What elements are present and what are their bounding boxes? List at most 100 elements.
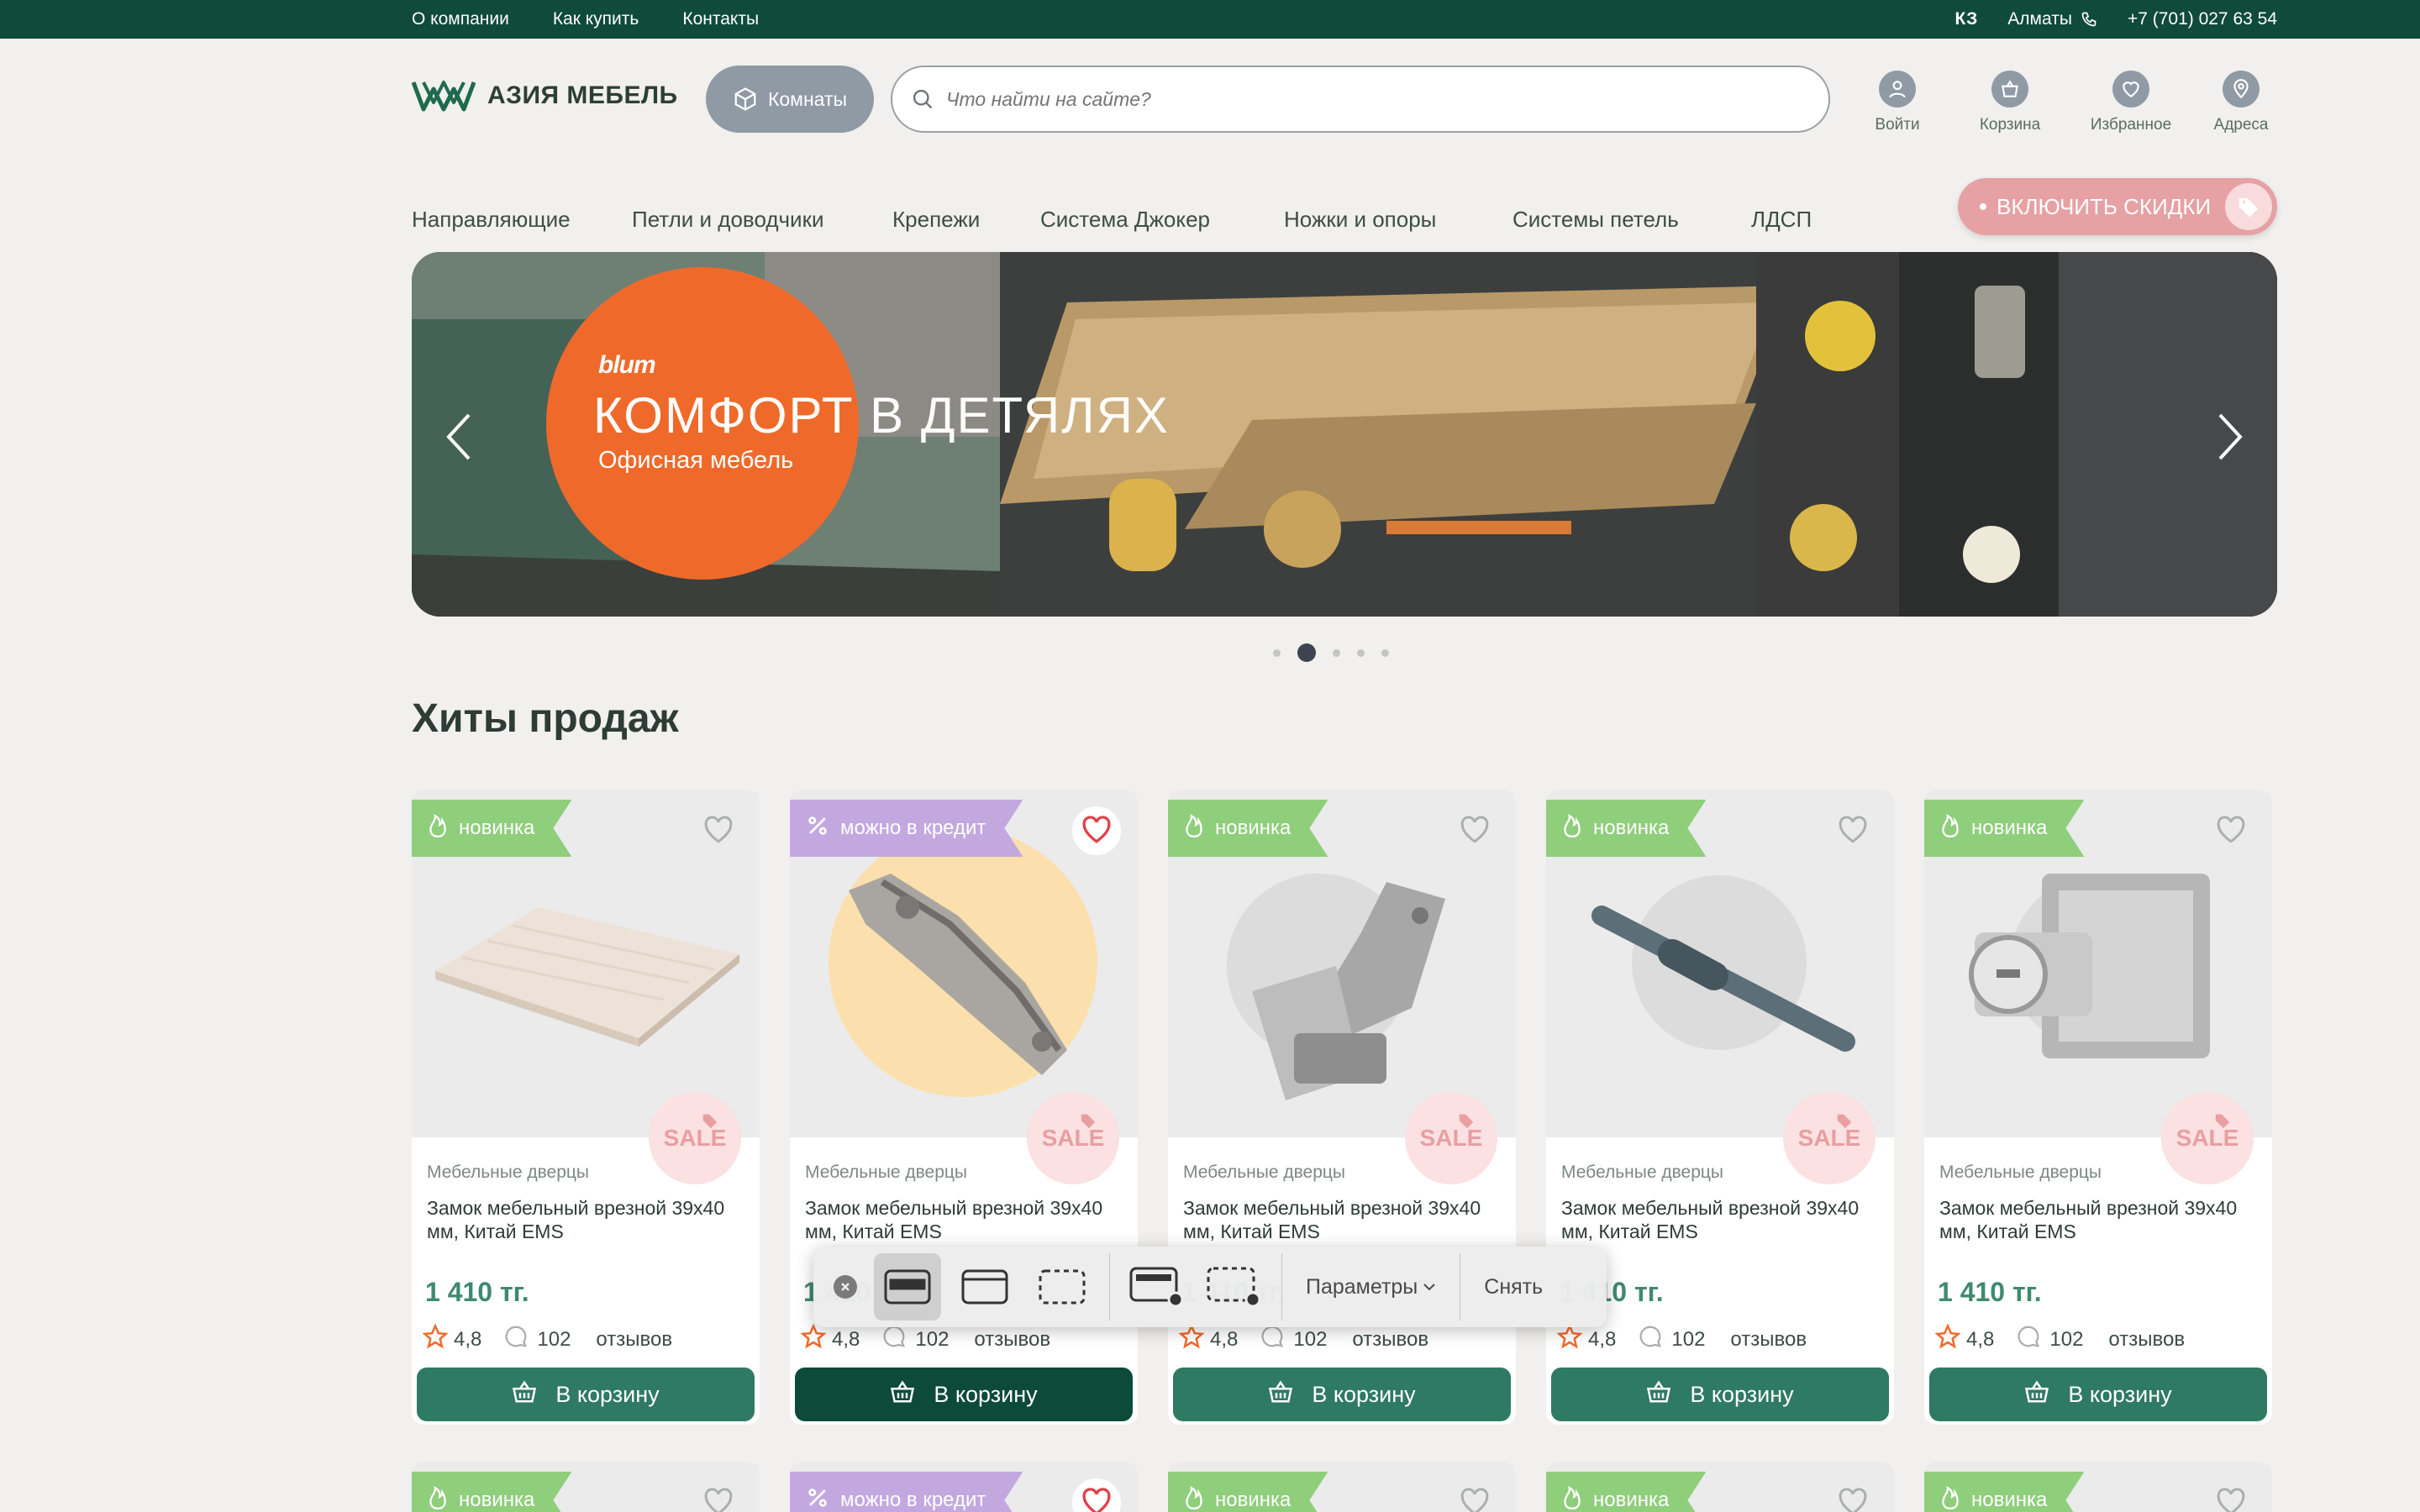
close-toolbar-button[interactable] xyxy=(834,1275,857,1299)
favorite-button[interactable] xyxy=(694,806,743,855)
favorite-button[interactable] xyxy=(1072,806,1121,855)
product-card[interactable]: новинка SALE Мебельные дверцы Замок мебе… xyxy=(1924,790,2272,1425)
product-card[interactable]: новинка SALE Мебельные дверцы Замок мебе… xyxy=(1546,790,1894,1425)
product-card[interactable]: можно в кредит SALE Мебельные дверцы Зам… xyxy=(790,790,1138,1425)
reviews-link[interactable]: отзывов xyxy=(2108,1328,2185,1352)
rating-value: 4,8 xyxy=(1588,1327,1617,1351)
addresses-link[interactable]: Адреса xyxy=(2195,71,2287,134)
cart-link[interactable]: Корзина xyxy=(1964,71,2056,134)
top-link-contacts[interactable]: Контакты xyxy=(682,9,759,29)
add-to-cart-button[interactable]: В корзину xyxy=(795,1368,1133,1421)
category-hinges[interactable]: Петли и доводчики xyxy=(632,207,823,233)
pagination-dot[interactable] xyxy=(1273,648,1281,657)
fire-icon xyxy=(1561,1485,1583,1512)
add-to-cart-button[interactable]: В корзину xyxy=(1551,1368,1889,1421)
banner-next-button[interactable] xyxy=(2205,403,2255,470)
product-title[interactable]: Замок мебельный врезной 39х40 мм, Китай … xyxy=(1183,1196,1502,1243)
product-category[interactable]: Мебельные дверцы xyxy=(427,1163,589,1183)
reviews-link[interactable]: отзывов xyxy=(596,1328,672,1352)
product-badge: новинка xyxy=(1168,1472,1328,1512)
user-icon xyxy=(1879,71,1916,108)
favorite-button[interactable] xyxy=(2207,806,2255,855)
basket-icon xyxy=(1268,1379,1293,1410)
product-title[interactable]: Замок мебельный врезной 39х40 мм, Китай … xyxy=(1561,1196,1881,1243)
record-selection-tool[interactable] xyxy=(1201,1253,1268,1320)
product-card[interactable]: новинка xyxy=(412,1462,760,1512)
badge-label: можно в кредит xyxy=(840,1488,986,1511)
capture-screen-tool[interactable] xyxy=(951,1253,1018,1320)
badge-label: новинка xyxy=(1593,1488,1670,1511)
badge-label: новинка xyxy=(459,1488,535,1511)
top-link-about[interactable]: О компании xyxy=(412,9,509,29)
product-card[interactable]: новинка xyxy=(1168,1462,1516,1512)
product-category[interactable]: Мебельные дверцы xyxy=(1939,1163,2102,1183)
rooms-label: Комнаты xyxy=(767,87,848,110)
capture-button[interactable]: Снять xyxy=(1469,1275,1558,1299)
add-to-cart-button[interactable]: В корзину xyxy=(1929,1368,2267,1421)
site-logo[interactable]: АЗИЯ МЕБЕЛЬ xyxy=(412,77,678,114)
pagination-dot[interactable] xyxy=(1357,648,1365,657)
city-label: Алматы xyxy=(2007,9,2072,29)
product-card[interactable]: новинка xyxy=(1924,1462,2272,1512)
star-icon xyxy=(422,1323,449,1355)
favorites-link[interactable]: Избранное xyxy=(2085,71,2177,134)
favorite-button[interactable] xyxy=(1450,806,1499,855)
product-card[interactable]: новинка SALE Мебельные дверцы Замок мебе… xyxy=(1168,790,1516,1425)
product-category[interactable]: Мебельные дверцы xyxy=(805,1163,967,1183)
search-input[interactable] xyxy=(946,87,1702,111)
brand-logo: blum xyxy=(598,351,656,379)
product-category[interactable]: Мебельные дверцы xyxy=(1561,1163,1723,1183)
reviews-link[interactable]: отзывов xyxy=(1352,1328,1428,1352)
enable-discounts-button[interactable]: ВКЛЮЧИТЬ СКИДКИ xyxy=(1958,178,2277,235)
search-box[interactable] xyxy=(891,66,1830,133)
product-card[interactable]: можно в кредит xyxy=(790,1462,1138,1512)
capture-window-tool[interactable] xyxy=(874,1253,941,1320)
search-icon xyxy=(913,89,933,109)
addresses-label: Адреса xyxy=(2213,116,2269,134)
add-to-cart-button[interactable]: В корзину xyxy=(1173,1368,1511,1421)
top-link-how-to-buy[interactable]: Как купить xyxy=(553,9,639,29)
fire-icon xyxy=(427,813,449,844)
category-joker[interactable]: Система Джокер xyxy=(1040,207,1210,233)
fire-icon xyxy=(1561,813,1583,844)
product-title[interactable]: Замок мебельный врезной 39х40 мм, Китай … xyxy=(805,1196,1124,1243)
add-to-cart-button[interactable]: В корзину xyxy=(417,1368,755,1421)
product-category[interactable]: Мебельные дверцы xyxy=(1183,1163,1345,1183)
capture-selection-tool[interactable] xyxy=(1028,1253,1096,1320)
rooms-button[interactable]: Комнаты xyxy=(706,66,874,133)
banner-prev-button[interactable] xyxy=(434,403,484,470)
hero-banner[interactable]: blum КОМФОРТ В ДЕТЯЛЯХ Офисная мебель xyxy=(412,252,2277,617)
banner-pagination xyxy=(1273,643,1389,662)
sale-badge: SALE xyxy=(649,1092,741,1184)
pagination-dot[interactable] xyxy=(1381,648,1389,657)
category-legs[interactable]: Ножки и опоры xyxy=(1284,207,1436,233)
pagination-dot[interactable] xyxy=(1333,648,1340,657)
product-card[interactable]: новинка SALE Мебельные дверцы Замок мебе… xyxy=(412,790,760,1425)
category-ldsp[interactable]: ЛДСП xyxy=(1751,207,1812,233)
reviews-link[interactable]: отзывов xyxy=(1730,1328,1807,1352)
category-rails[interactable]: Направляющие xyxy=(412,207,571,233)
product-card[interactable]: новинка xyxy=(1546,1462,1894,1512)
favorite-button[interactable] xyxy=(1828,806,1877,855)
pagination-dot-active[interactable] xyxy=(1297,643,1316,662)
section-title: Хиты продаж xyxy=(412,696,679,741)
record-screen-tool[interactable] xyxy=(1123,1253,1191,1320)
badge-label: новинка xyxy=(459,816,535,839)
product-rating: 4,8 102 отзывов xyxy=(422,1323,672,1355)
comment-icon xyxy=(2016,1324,2041,1355)
category-hinge-systems[interactable]: Системы петель xyxy=(1512,207,1679,233)
tag-icon xyxy=(2225,183,2272,230)
tag-icon xyxy=(1457,1109,1476,1136)
phone-number[interactable]: +7 (701) 027 63 54 xyxy=(2128,9,2277,29)
city-selector[interactable]: Алматы xyxy=(2007,9,2097,29)
selection-capture-icon xyxy=(1039,1269,1086,1305)
product-title[interactable]: Замок мебельный врезной 39х40 мм, Китай … xyxy=(427,1196,746,1243)
product-title[interactable]: Замок мебельный врезной 39х40 мм, Китай … xyxy=(1939,1196,2259,1243)
language-switch[interactable]: КЗ xyxy=(1955,9,1978,29)
reviews-count: 102 xyxy=(915,1327,950,1351)
reviews-link[interactable]: отзывов xyxy=(974,1328,1050,1352)
options-menu[interactable]: Параметры xyxy=(1291,1275,1451,1299)
close-icon xyxy=(841,1283,850,1291)
category-fasteners[interactable]: Крепежи xyxy=(892,207,980,233)
login-link[interactable]: Войти xyxy=(1851,71,1944,134)
